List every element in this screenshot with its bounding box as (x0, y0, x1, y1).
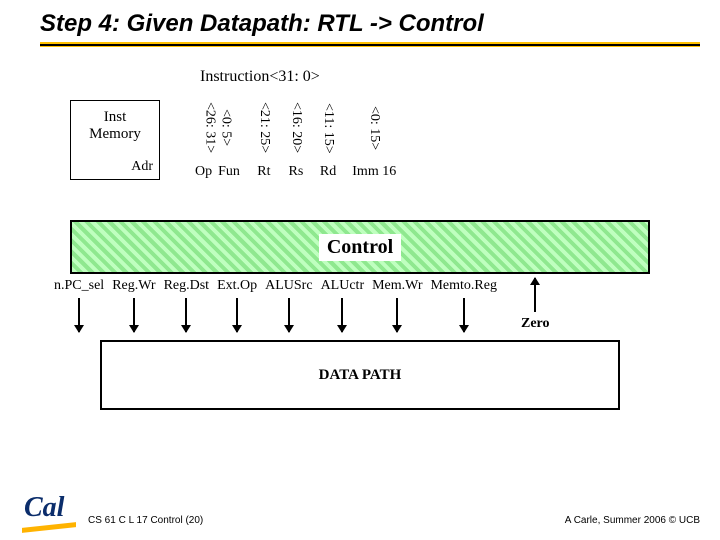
cal-logo-text: Cal (24, 492, 64, 524)
inst-memory-box: Inst Memory Adr (70, 100, 160, 180)
inst-memory-title2: Memory (71, 126, 159, 143)
bitfield-range: <11: 15> (320, 100, 336, 156)
bitfield-row: <26: 31> <0: 5> Op Fun <21: 25> Rt <16: … (195, 100, 396, 180)
inst-memory-title1: Inst (71, 109, 159, 126)
bitfield-op-fun: <26: 31> <0: 5> Op Fun (195, 100, 240, 180)
diagram-stage: Instruction<31: 0> Inst Memory Adr <26: … (0, 50, 720, 490)
bitfield-range: <26: 31> (201, 100, 217, 156)
cal-logo: Cal (22, 496, 78, 532)
bitfield-rd: <11: 15> Rd (320, 100, 336, 180)
bitfield-rs: <16: 20> Rs (288, 100, 304, 180)
signal-alusrc: ALUSrc (261, 278, 316, 332)
bitfield-label: Rt (257, 164, 270, 180)
bitfield-range: <16: 20> (288, 100, 304, 156)
signal-extop: Ext.Op (213, 278, 261, 332)
datapath-box: DATA PATH (100, 340, 620, 410)
bitfield-label: Op (195, 164, 212, 180)
bitfield-range: <0: 15> (366, 100, 382, 156)
title-underline (40, 42, 700, 50)
control-box: Control (70, 220, 650, 274)
signal-regwr: Reg.Wr (108, 278, 159, 332)
signal-npcsel: n.PC_sel (50, 278, 108, 332)
control-signals-row: n.PC_sel Reg.Wr Reg.Dst Ext.Op ALUSrc AL… (50, 278, 660, 332)
signal-memwr: Mem.Wr (368, 278, 426, 332)
bitfield-imm16: <0: 15> Imm 16 (352, 100, 396, 180)
inst-memory-adr: Adr (131, 159, 153, 175)
signal-zero: Zero (517, 278, 554, 332)
footer-left: CS 61 C L 17 Control (20) (88, 515, 203, 526)
control-label: Control (319, 234, 401, 261)
bitfield-label: Rs (289, 164, 304, 180)
bitfield-label: Fun (218, 164, 240, 180)
signal-memtoreg: Memto.Reg (426, 278, 501, 332)
bitfield-rt: <21: 25> Rt (256, 100, 272, 180)
bitfield-label: Imm 16 (352, 164, 396, 180)
signal-aluctr: ALUctr (317, 278, 369, 332)
signal-regdst: Reg.Dst (160, 278, 214, 332)
footer-right: A Carle, Summer 2006 © UCB (565, 515, 700, 526)
datapath-label: DATA PATH (319, 367, 402, 384)
bitfield-range: <0: 5> (217, 100, 233, 156)
instruction-label: Instruction<31: 0> (200, 68, 320, 86)
slide-title: Step 4: Given Datapath: RTL -> Control (40, 10, 700, 38)
bitfield-label: Rd (320, 164, 336, 180)
bitfield-range: <21: 25> (256, 100, 272, 156)
